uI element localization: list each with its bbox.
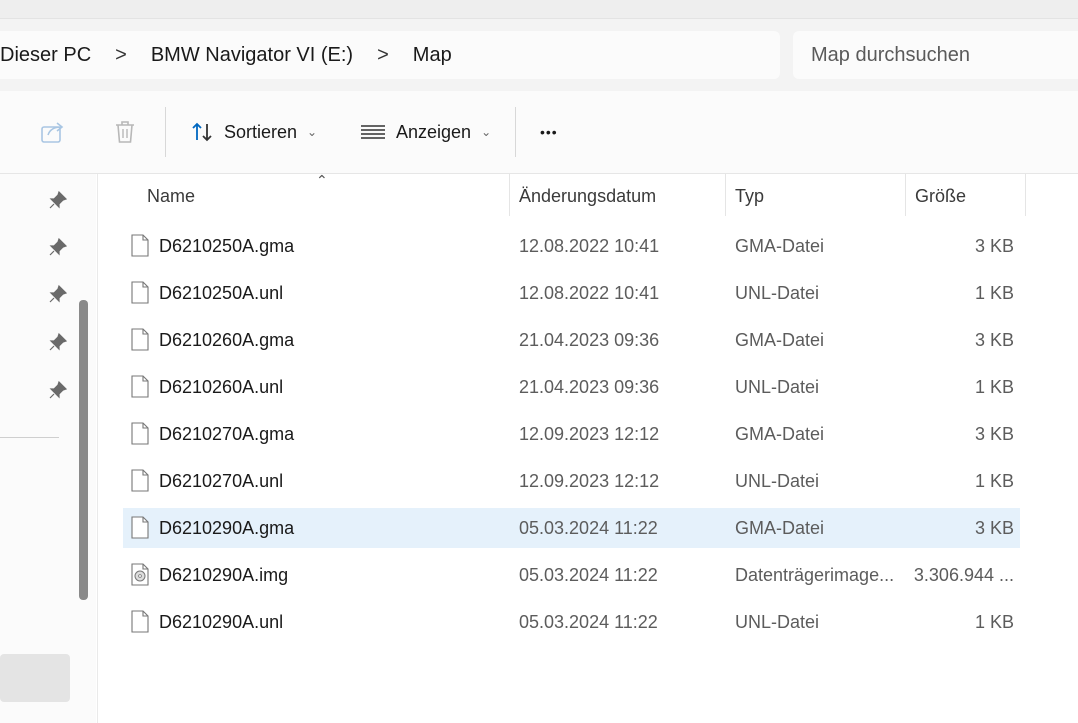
file-date: 05.03.2024 11:22	[519, 518, 658, 538]
file-type: UNL-Datei	[735, 283, 820, 303]
sort-ascending-icon: ⌃	[316, 172, 328, 188]
sort-button[interactable]: Sortieren ⌄	[190, 111, 317, 153]
view-button[interactable]: Anzeigen ⌄	[360, 111, 491, 153]
disk-image-icon	[131, 563, 149, 586]
file-size: 3 KB	[974, 330, 1014, 350]
breadcrumb[interactable]: Dieser PC > BMW Navigator VI (E:) > Map	[0, 31, 780, 79]
file-row[interactable]: D6210250A.gma 12.08.2022 10:41 GMA-Datei 3 …	[123, 226, 1020, 266]
search-box[interactable]	[793, 31, 1078, 79]
share-icon[interactable]	[40, 119, 66, 145]
breadcrumb-separator-icon[interactable]: >	[361, 44, 405, 67]
file-icon	[131, 422, 149, 445]
column-separator[interactable]	[905, 174, 906, 216]
file-type: GMA-Datei	[735, 518, 825, 538]
file-row[interactable]: D6210260A.unl 21.04.2023 09:36 UNL-Datei 1 …	[123, 367, 1020, 407]
pin-icon[interactable]	[48, 380, 68, 400]
file-size: 3 KB	[974, 518, 1014, 538]
file-icon	[131, 516, 149, 539]
file-list: ⌃ Name Änderungsdatum Typ Größe D6210250…	[98, 172, 1078, 723]
navigation-pane	[0, 174, 96, 723]
file-type: GMA-Datei	[735, 330, 825, 350]
pin-icon[interactable]	[48, 332, 68, 352]
column-header-date[interactable]: Änderungsdatum	[519, 174, 656, 218]
pin-icon[interactable]	[48, 237, 68, 257]
file-type: UNL-Datei	[735, 471, 820, 491]
file-type: UNL-Datei	[735, 612, 820, 632]
pin-icon[interactable]	[48, 284, 68, 304]
file-date: 21.04.2023 09:36	[519, 330, 660, 350]
search-input[interactable]	[809, 42, 1073, 68]
file-date: 21.04.2023 09:36	[519, 377, 660, 397]
file-type: Datenträgerimage...	[735, 565, 895, 585]
breadcrumb-dieser-pc[interactable]: Dieser PC	[0, 44, 99, 67]
file-date: 05.03.2024 11:22	[519, 565, 658, 585]
file-size: 1 KB	[974, 612, 1014, 632]
file-date: 12.08.2022 10:41	[519, 283, 660, 303]
file-date: 05.03.2024 11:22	[519, 612, 658, 632]
file-icon	[131, 281, 149, 304]
column-separator[interactable]	[509, 174, 510, 216]
file-size: 1 KB	[974, 471, 1014, 491]
sidebar-scrollbar[interactable]	[79, 300, 88, 600]
file-row[interactable]: D6210260A.gma 21.04.2023 09:36 GMA-Datei 3 …	[123, 320, 1020, 360]
title-bar-strip	[0, 0, 1078, 18]
pin-icon[interactable]	[48, 190, 68, 210]
view-label: Anzeigen	[396, 121, 472, 142]
file-type: UNL-Datei	[735, 377, 820, 397]
file-row[interactable]: D6210270A.gma 12.09.2023 12:12 GMA-Datei 3 …	[123, 414, 1020, 454]
file-size: 1 KB	[974, 377, 1014, 397]
file-name: D6210260A.unl	[159, 377, 284, 397]
file-name: D6210290A.gma	[159, 518, 295, 538]
file-name: D6210290A.img	[159, 565, 289, 585]
file-type: GMA-Datei	[735, 424, 825, 444]
file-row[interactable]: D6210250A.unl 12.08.2022 10:41 UNL-Datei 1 …	[123, 273, 1020, 313]
breadcrumb-separator-icon[interactable]: >	[99, 44, 143, 67]
file-date: 12.09.2023 12:12	[519, 424, 660, 444]
file-row[interactable]: D6210290A.unl 05.03.2024 11:22 UNL-Datei 1 …	[123, 602, 1020, 642]
file-icon	[131, 375, 149, 398]
file-icon	[131, 328, 149, 351]
file-icon	[131, 610, 149, 633]
file-icon	[131, 469, 149, 492]
column-separator[interactable]	[1025, 174, 1026, 216]
file-date: 12.08.2022 10:41	[519, 236, 660, 256]
file-size: 1 KB	[974, 283, 1014, 303]
file-row[interactable]: D6210290A.img 05.03.2024 11:22 Datenträger…	[123, 555, 1020, 595]
column-header-size[interactable]: Größe	[915, 174, 966, 218]
chevron-down-icon: ⌄	[307, 125, 318, 139]
breadcrumb-drive[interactable]: BMW Navigator VI (E:)	[143, 44, 361, 67]
file-row[interactable]: D6210270A.unl 12.09.2023 12:12 UNL-Datei 1 …	[123, 461, 1020, 501]
trash-icon[interactable]	[112, 119, 138, 145]
file-name: D6210260A.gma	[159, 330, 295, 350]
breadcrumb-map[interactable]: Map	[405, 44, 460, 67]
address-bar: Dieser PC > BMW Navigator VI (E:) > Map	[0, 18, 1078, 92]
file-name: D6210250A.unl	[159, 283, 284, 303]
column-header-type[interactable]: Typ	[735, 174, 764, 218]
sidebar-item-selected[interactable]	[0, 654, 70, 702]
file-row[interactable]: D6210290A.gma 05.03.2024 11:22 GMA-Datei 3 …	[123, 508, 1020, 548]
file-name: D6210290A.unl	[159, 612, 284, 632]
column-header-name[interactable]: Name	[147, 174, 195, 218]
sidebar-divider	[0, 437, 59, 438]
sort-label: Sortieren	[224, 121, 298, 142]
chevron-down-icon: ⌄	[481, 125, 492, 139]
file-name: D6210250A.gma	[159, 236, 295, 256]
more-options-button[interactable]: •••	[540, 111, 558, 153]
file-size: 3 KB	[974, 424, 1014, 444]
column-separator[interactable]	[725, 174, 726, 216]
command-bar: Sortieren ⌄ Anzeigen ⌄ •••	[0, 91, 1078, 174]
file-size: 3 KB	[974, 236, 1014, 256]
file-icon	[131, 234, 149, 257]
file-size: 3.306.944 ...	[913, 565, 1014, 585]
file-name: D6210270A.gma	[159, 424, 295, 444]
file-date: 12.09.2023 12:12	[519, 471, 660, 491]
file-name: D6210270A.unl	[159, 471, 284, 491]
file-type: GMA-Datei	[735, 236, 825, 256]
view-list-icon	[361, 125, 385, 139]
toolbar-divider	[515, 107, 516, 157]
sort-icon	[192, 122, 212, 142]
toolbar-divider	[165, 107, 166, 157]
